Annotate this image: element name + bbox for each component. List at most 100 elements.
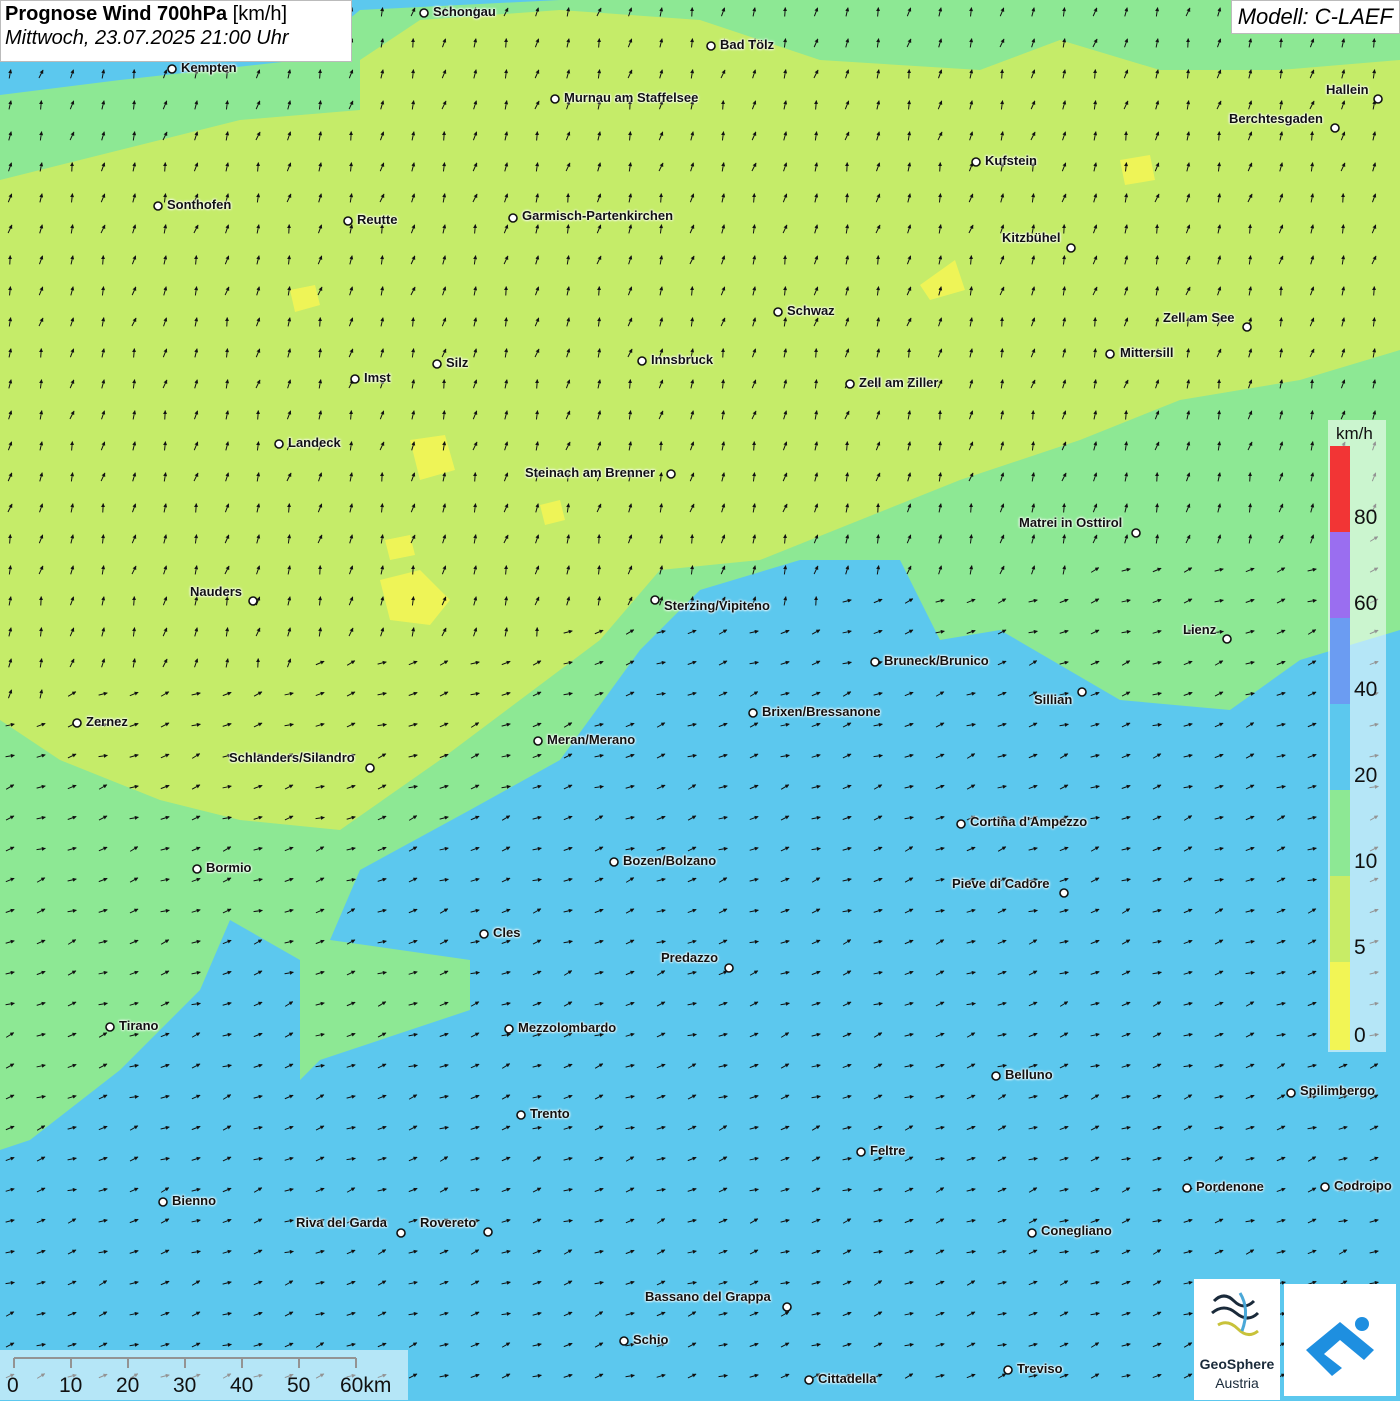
legend-band-60-80 xyxy=(1330,532,1350,618)
city-marker xyxy=(774,308,782,316)
city-marker xyxy=(667,470,675,478)
city-marker xyxy=(249,597,257,605)
city-marker xyxy=(344,217,352,225)
city-label: Hallein xyxy=(1326,82,1369,97)
city-marker xyxy=(1374,95,1382,103)
city-label: Bienno xyxy=(172,1193,216,1208)
city-label: Cittadella xyxy=(818,1371,877,1386)
legend-tick-40: 40 xyxy=(1354,678,1377,702)
city-label: Matrei in Osttirol xyxy=(1019,515,1122,530)
city-marker xyxy=(509,214,517,222)
city-marker xyxy=(783,1303,791,1311)
city-marker xyxy=(484,1228,492,1236)
city-marker xyxy=(871,658,879,666)
city-marker xyxy=(992,1072,1000,1080)
city-label: Kempten xyxy=(181,60,237,75)
city-marker xyxy=(1321,1183,1329,1191)
city-label: Conegliano xyxy=(1041,1223,1112,1238)
city-label: Bormio xyxy=(206,860,252,875)
city-label: Imst xyxy=(364,370,391,385)
city-label: Landeck xyxy=(288,435,341,450)
city-marker xyxy=(366,764,374,772)
city-marker xyxy=(749,709,757,717)
legend-unit: km/h xyxy=(1336,424,1373,444)
map-title-box: Prognose Wind 700hPa [km/h] Mittwoch, 23… xyxy=(0,0,352,62)
city-marker xyxy=(638,357,646,365)
city-label: Trento xyxy=(530,1106,570,1121)
city-label: Treviso xyxy=(1017,1361,1063,1376)
city-label: Schongau xyxy=(433,4,496,19)
city-label: Pieve di Cadore xyxy=(952,876,1050,891)
city-label: Kitzbühel xyxy=(1002,230,1061,245)
city-label: Zell am Ziller xyxy=(859,375,938,390)
city-marker xyxy=(1331,124,1339,132)
city-label: Spilimbergo xyxy=(1300,1083,1375,1098)
city-label: Meran/Merano xyxy=(547,732,635,747)
legend-tick-0: 0 xyxy=(1354,1024,1366,1048)
city-label: Predazzo xyxy=(661,950,718,965)
city-marker xyxy=(154,202,162,210)
city-marker xyxy=(725,964,733,972)
city-marker xyxy=(707,42,715,50)
city-marker xyxy=(620,1337,628,1345)
scale-bar: 0 10 20 30 40 50 60km xyxy=(0,1350,408,1400)
scale-tick-40: 40 xyxy=(230,1374,253,1398)
map-title: Prognose Wind 700hPa xyxy=(5,3,227,25)
city-label: Zernez xyxy=(86,714,128,729)
city-label: Schlanders/Silandro xyxy=(229,750,355,765)
geosphere-logo-subtitle: Austria xyxy=(1194,1375,1280,1391)
model-label: Modell: C-LAEF xyxy=(1231,0,1400,34)
city-marker xyxy=(846,380,854,388)
legend-tick-20: 20 xyxy=(1354,764,1377,788)
legend-tick-60: 60 xyxy=(1354,592,1377,616)
geosphere-logo[interactable]: GeoSphere Austria xyxy=(1194,1279,1280,1400)
city-label: Berchtesgaden xyxy=(1229,111,1323,126)
city-marker xyxy=(1223,635,1231,643)
weather-app-logo[interactable] xyxy=(1284,1284,1396,1396)
legend-tick-5: 5 xyxy=(1354,936,1366,960)
city-marker xyxy=(73,719,81,727)
city-marker xyxy=(857,1148,865,1156)
forecast-datetime: Mittwoch, 23.07.2025 21:00 Uhr xyxy=(5,27,347,50)
city-label: Bozen/Bolzano xyxy=(623,853,716,868)
city-label: Rovereto xyxy=(420,1215,476,1230)
city-label: Murnau am Staffelsee xyxy=(564,90,698,105)
city-label: Bruneck/Brunico xyxy=(884,653,989,668)
city-label: Mittersill xyxy=(1120,345,1173,360)
city-marker xyxy=(351,375,359,383)
city-label: Zell am See xyxy=(1163,310,1235,325)
city-label: Bad Tölz xyxy=(720,37,774,52)
legend-band-20-40 xyxy=(1330,704,1350,790)
city-label: Innsbruck xyxy=(651,352,713,367)
city-marker xyxy=(1028,1229,1036,1237)
city-marker xyxy=(1243,323,1251,331)
scale-tick-0: 0 xyxy=(7,1374,19,1398)
map-title-unit: [km/h] xyxy=(233,3,287,25)
scale-tick-50: 50 xyxy=(287,1374,310,1398)
legend-tick-80: 80 xyxy=(1354,506,1377,530)
city-label: Mezzolombardo xyxy=(518,1020,616,1035)
city-label: Steinach am Brenner xyxy=(525,465,655,480)
city-label: Nauders xyxy=(190,584,242,599)
city-marker xyxy=(1287,1089,1295,1097)
city-label: Kufstein xyxy=(985,153,1037,168)
city-label: Sonthofen xyxy=(167,197,231,212)
city-marker xyxy=(651,596,659,604)
city-label: Feltre xyxy=(870,1143,905,1158)
city-marker xyxy=(1106,350,1114,358)
city-label: Cortina d'Ampezzo xyxy=(970,814,1087,829)
legend-band-10-20 xyxy=(1330,790,1350,876)
legend-band-0-5 xyxy=(1330,962,1350,1050)
city-marker xyxy=(551,95,559,103)
scale-tick-20: 20 xyxy=(116,1374,139,1398)
city-marker xyxy=(168,65,176,73)
city-marker xyxy=(433,360,441,368)
legend-color-bar xyxy=(1330,446,1350,1050)
city-marker xyxy=(1132,529,1140,537)
city-marker xyxy=(275,440,283,448)
city-marker xyxy=(957,820,965,828)
city-marker xyxy=(805,1376,813,1384)
city-marker xyxy=(1183,1184,1191,1192)
scale-tick-30: 30 xyxy=(173,1374,196,1398)
city-label: Brixen/Bressanone xyxy=(762,704,881,719)
